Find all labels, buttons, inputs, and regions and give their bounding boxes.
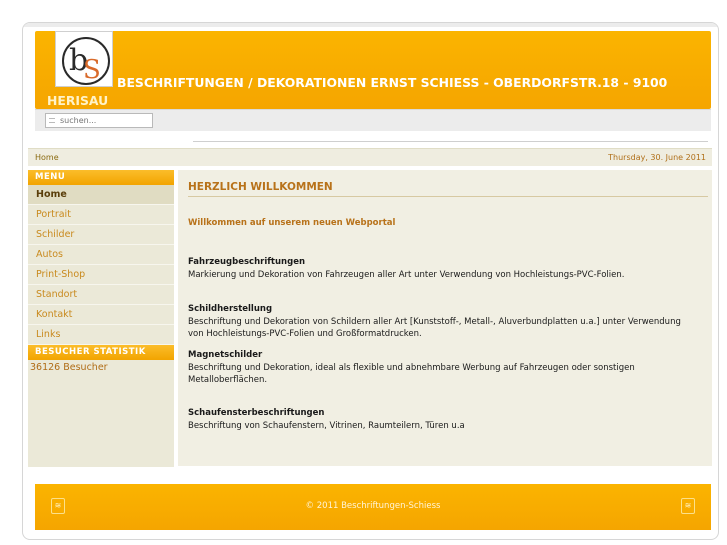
sidebar-item-standort[interactable]: Standort xyxy=(28,285,174,305)
section-text: Beschriftung von Schaufenstern, Vitrinen… xyxy=(188,420,465,431)
search-icon xyxy=(49,118,55,123)
section-title: Magnetschilder xyxy=(188,350,263,360)
main-content: HERZLICH WILLKOMMEN Willkommen auf unser… xyxy=(178,170,712,466)
section-text: Beschriftung und Dekoration von Schilder… xyxy=(188,316,681,340)
breadcrumb: Home Thursday, 30. June 2011 xyxy=(28,148,712,166)
visitor-count: 36126 Besucher xyxy=(30,362,108,373)
page-title: HERZLICH WILLKOMMEN xyxy=(188,181,708,197)
current-date: Thursday, 30. June 2011 xyxy=(608,153,706,162)
stats-heading: BESUCHER STATISTIK xyxy=(28,345,174,360)
sidebar: MENU Home Portrait Schilder Autos Print-… xyxy=(28,170,174,467)
breadcrumb-home[interactable]: Home xyxy=(35,153,59,162)
section-text: Markierung und Dekoration von Fahrzeugen… xyxy=(188,269,625,280)
sidebar-item-portrait[interactable]: Portrait xyxy=(28,205,174,225)
site-header: b S BESCHRIFTUNGEN / DEKORATIONEN ERNST … xyxy=(35,31,711,109)
welcome-text: Willkommen auf unserem neuen Webportal xyxy=(188,218,396,228)
copyright: © 2011 Beschriftungen-Schiess xyxy=(305,501,441,511)
company-logo[interactable]: b S xyxy=(55,31,113,87)
svg-text:S: S xyxy=(83,55,101,85)
section-schaufenster: Schaufensterbeschriftungen Beschriftung … xyxy=(188,407,698,432)
section-title: Schildherstellung xyxy=(188,304,273,314)
sidebar-item-print-shop[interactable]: Print-Shop xyxy=(28,265,174,285)
section-schildherstellung: Schildherstellung Beschriftung und Dekor… xyxy=(188,303,698,341)
header-title-continued: HERISAU xyxy=(47,93,109,108)
section-magnetschilder: Magnetschilder Beschriftung und Dekorati… xyxy=(188,349,698,387)
sidebar-item-autos[interactable]: Autos xyxy=(28,245,174,265)
sidebar-item-links[interactable]: Links xyxy=(28,325,174,345)
top-border xyxy=(23,23,718,27)
search-input[interactable] xyxy=(45,113,153,128)
divider xyxy=(193,141,708,142)
sidebar-item-schilder[interactable]: Schilder xyxy=(28,225,174,245)
site-footer: ≋ © 2011 Beschriftungen-Schiess ≋ xyxy=(35,484,711,530)
section-title: Schaufensterbeschriftungen xyxy=(188,408,325,418)
search-bar xyxy=(35,109,711,131)
sidebar-item-kontakt[interactable]: Kontakt xyxy=(28,305,174,325)
page-frame: b S BESCHRIFTUNGEN / DEKORATIONEN ERNST … xyxy=(22,22,719,540)
section-text: Beschriftung und Dekoration, ideal als f… xyxy=(188,362,635,386)
scroll-top-icon[interactable]: ≋ xyxy=(681,498,695,514)
section-fahrzeug: Fahrzeugbeschriftungen Markierung und De… xyxy=(188,256,698,281)
sidebar-item-home[interactable]: Home xyxy=(28,185,174,205)
header-title: BESCHRIFTUNGEN / DEKORATIONEN ERNST SCHI… xyxy=(117,75,668,90)
menu-heading: MENU xyxy=(28,170,174,185)
section-title: Fahrzeugbeschriftungen xyxy=(188,257,306,267)
logo-icon: b S xyxy=(62,37,110,85)
